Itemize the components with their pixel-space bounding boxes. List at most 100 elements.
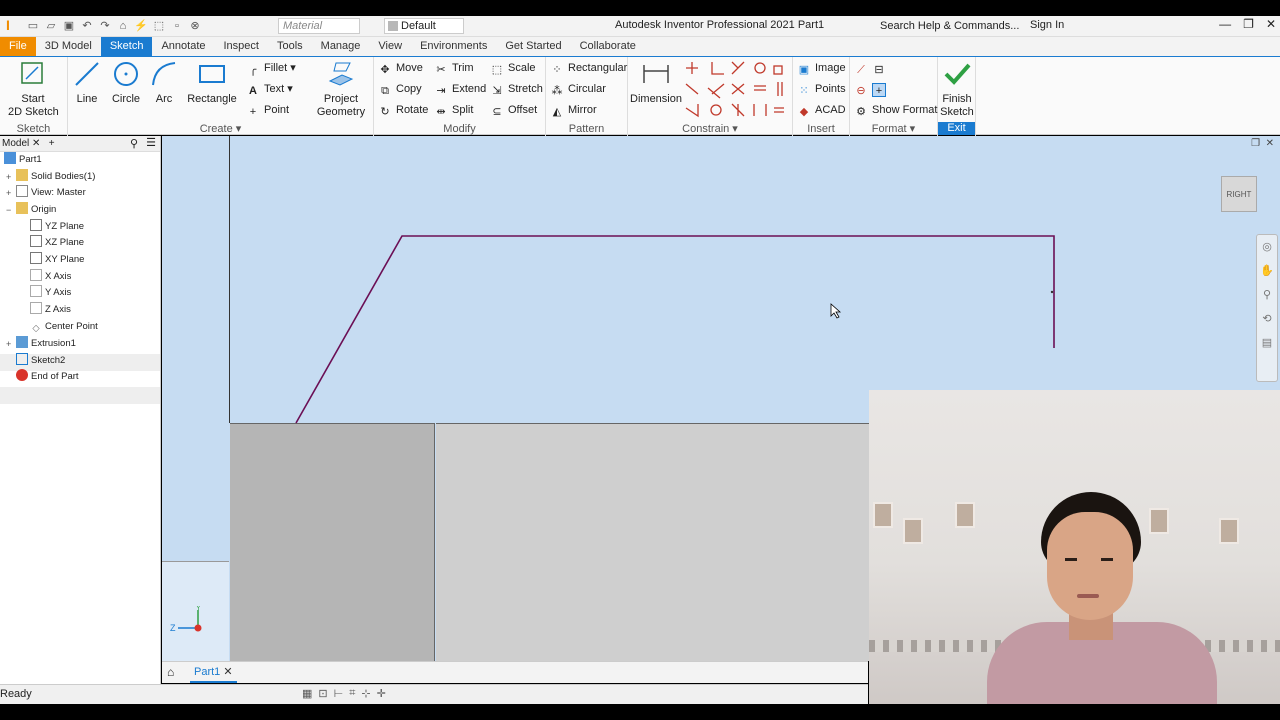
rectangle-button[interactable]: Rectangle bbox=[186, 59, 238, 106]
material-select[interactable]: Material bbox=[278, 18, 360, 34]
update-icon[interactable]: ⚡ bbox=[134, 19, 148, 33]
select-icon[interactable]: ⬚ bbox=[152, 19, 166, 33]
extend-button[interactable]: ⇥ Extend bbox=[434, 80, 486, 98]
undo-icon[interactable]: ↶ bbox=[80, 19, 94, 33]
finish-sketch-button[interactable]: Finish Sketch bbox=[932, 59, 982, 119]
constraint-display-icon[interactable]: ⌗ bbox=[349, 687, 355, 700]
panel-format: ⟋ ⊟ ⊖ + ⚙ Show Format Format ▾ bbox=[850, 57, 938, 136]
fillet-button[interactable]: ╭ Fillet ▾ bbox=[246, 59, 296, 77]
tab-manage[interactable]: Manage bbox=[312, 37, 370, 56]
dimension-button[interactable]: Dimension bbox=[630, 59, 682, 106]
image-button[interactable]: ▣ Image bbox=[797, 59, 846, 77]
dof-icon[interactable]: ⊹ bbox=[361, 687, 370, 700]
tree-item-xy-plane[interactable]: XY Plane bbox=[30, 252, 84, 268]
construction-button[interactable]: ⟋ ⊟ bbox=[854, 59, 890, 77]
menu-icon[interactable]: ☰ bbox=[146, 136, 156, 149]
close-icon[interactable]: ✕ bbox=[1266, 138, 1274, 149]
tab-get-started[interactable]: Get Started bbox=[496, 37, 570, 56]
doc-tab-part1[interactable]: Part1 ✕ bbox=[190, 662, 237, 683]
restore-icon[interactable]: ❐ bbox=[1251, 138, 1260, 149]
new-icon[interactable]: ▭ bbox=[26, 19, 40, 33]
move-button[interactable]: ✥ Move bbox=[378, 59, 423, 77]
copy-button[interactable]: ⧉ Copy bbox=[378, 80, 422, 98]
snap-icon[interactable]: ✛ bbox=[377, 687, 386, 700]
look-at-icon[interactable]: ▤ bbox=[1257, 331, 1277, 355]
arc-button[interactable]: Arc bbox=[139, 59, 189, 106]
close-icon[interactable]: ✕ bbox=[223, 666, 232, 678]
tree-item-sketch2[interactable]: Sketch2 bbox=[16, 353, 65, 369]
tab-tools[interactable]: Tools bbox=[268, 37, 312, 56]
sensor-icon[interactable]: ▫ bbox=[170, 19, 184, 33]
close-icon[interactable]: ✕ bbox=[1266, 17, 1276, 31]
centerline-button[interactable]: ⊖ + bbox=[854, 80, 890, 98]
tab-view[interactable]: View bbox=[369, 37, 411, 56]
maximize-icon[interactable]: ❐ bbox=[1243, 17, 1254, 31]
save-icon[interactable]: ▣ bbox=[62, 19, 76, 33]
stretch-button[interactable]: ⇲ Stretch bbox=[490, 80, 542, 98]
tab-inspect[interactable]: Inspect bbox=[215, 37, 268, 56]
pan-icon[interactable]: ✋ bbox=[1257, 259, 1277, 283]
tab-annotate[interactable]: Annotate bbox=[152, 37, 214, 56]
trim-button[interactable]: ✂ Trim bbox=[434, 59, 473, 77]
dimension-display-icon[interactable]: ⊢ bbox=[334, 687, 344, 700]
search-icon[interactable]: ⚲ bbox=[130, 137, 138, 150]
start-2d-sketch-button[interactable]: Start 2D Sketch bbox=[8, 59, 59, 119]
tree-item-center-point[interactable]: ◇ Center Point bbox=[30, 319, 97, 335]
points-button[interactable]: ⁙ Points bbox=[797, 80, 845, 98]
scale-button[interactable]: ⬚ Scale bbox=[490, 59, 536, 77]
open-icon[interactable]: ▱ bbox=[44, 19, 58, 33]
tree-item-origin[interactable]: − Origin bbox=[6, 202, 56, 218]
acad-button[interactable]: ◆ ACAD bbox=[797, 101, 846, 119]
circular-pattern-button[interactable]: ⁂ Circular bbox=[550, 80, 606, 98]
browser-tab-model[interactable]: Model ✕ + bbox=[2, 138, 55, 149]
constraint-icons[interactable] bbox=[684, 60, 788, 120]
rotate-button[interactable]: ↻ Rotate bbox=[378, 101, 428, 119]
status-bar: Ready ▦ ⊡ ⊢ ⌗ ⊹ ✛ bbox=[0, 684, 868, 704]
text-button[interactable]: A Text ▾ bbox=[246, 80, 293, 98]
zoom-icon[interactable]: ⚲ bbox=[1257, 283, 1277, 307]
project-geometry-button[interactable]: Project Geometry bbox=[314, 59, 368, 119]
home-icon[interactable]: ⌂ bbox=[116, 19, 130, 33]
copy-icon: ⧉ bbox=[381, 85, 389, 97]
tree-item-view-master[interactable]: + View: Master bbox=[6, 185, 86, 201]
expand-icon[interactable]: + bbox=[6, 169, 11, 185]
home-icon[interactable]: ⌂ bbox=[167, 665, 174, 679]
tree-item-x-axis[interactable]: X Axis bbox=[30, 269, 71, 285]
slice-icon[interactable]: ⊡ bbox=[318, 687, 327, 700]
tree-item-extrusion1[interactable]: + Extrusion1 bbox=[6, 336, 76, 352]
tree-item-yz-plane[interactable]: YZ Plane bbox=[30, 219, 84, 235]
tree-item-end-of-part[interactable]: End of Part bbox=[16, 369, 79, 385]
appearance-select[interactable]: Default bbox=[384, 18, 464, 34]
tree-item-z-axis[interactable]: Z Axis bbox=[30, 302, 71, 318]
point-button[interactable]: + Point bbox=[246, 101, 289, 119]
minimize-icon[interactable]: — bbox=[1219, 17, 1231, 31]
clear-override-icon[interactable]: ⊗ bbox=[188, 19, 202, 33]
tab-file[interactable]: File bbox=[0, 37, 36, 56]
panel-title-create: Create ▾ bbox=[199, 123, 242, 135]
tab-environments[interactable]: Environments bbox=[411, 37, 496, 56]
split-button[interactable]: ⇹ Split bbox=[434, 101, 473, 119]
tab-3d-model[interactable]: 3D Model bbox=[36, 37, 101, 56]
tree-item-y-axis[interactable]: Y Axis bbox=[30, 285, 71, 301]
search-help-input[interactable]: Search Help & Commands... bbox=[868, 17, 1024, 35]
redo-icon[interactable]: ↷ bbox=[98, 19, 112, 33]
grid-icon[interactable]: ▦ bbox=[302, 687, 312, 700]
show-format-button[interactable]: ⚙ Show Format bbox=[854, 101, 937, 119]
collapse-icon[interactable]: − bbox=[6, 202, 11, 218]
sign-in-link[interactable]: Sign In bbox=[1030, 19, 1064, 31]
mirror-button[interactable]: ◭ Mirror bbox=[550, 101, 597, 119]
sketch-icon bbox=[16, 353, 28, 365]
offset-button[interactable]: ⊆ Offset bbox=[490, 101, 537, 119]
tree-item-xz-plane[interactable]: XZ Plane bbox=[30, 235, 84, 251]
tree-item-part1[interactable]: Part1 bbox=[4, 152, 42, 168]
circular-pattern-icon: ⁂ bbox=[551, 85, 563, 97]
viewcube[interactable]: RIGHT bbox=[1221, 176, 1257, 212]
expand-icon[interactable]: + bbox=[6, 185, 11, 201]
steering-wheel-icon[interactable]: ◎ bbox=[1257, 235, 1277, 259]
orbit-icon[interactable]: ⟲ bbox=[1257, 307, 1277, 331]
rectangular-pattern-button[interactable]: ⁘ Rectangular bbox=[550, 59, 627, 77]
tree-item-solid-bodies[interactable]: + Solid Bodies(1) bbox=[6, 169, 95, 185]
expand-icon[interactable]: + bbox=[6, 336, 11, 352]
tab-sketch[interactable]: Sketch bbox=[100, 37, 153, 56]
tab-collaborate[interactable]: Collaborate bbox=[571, 37, 645, 56]
